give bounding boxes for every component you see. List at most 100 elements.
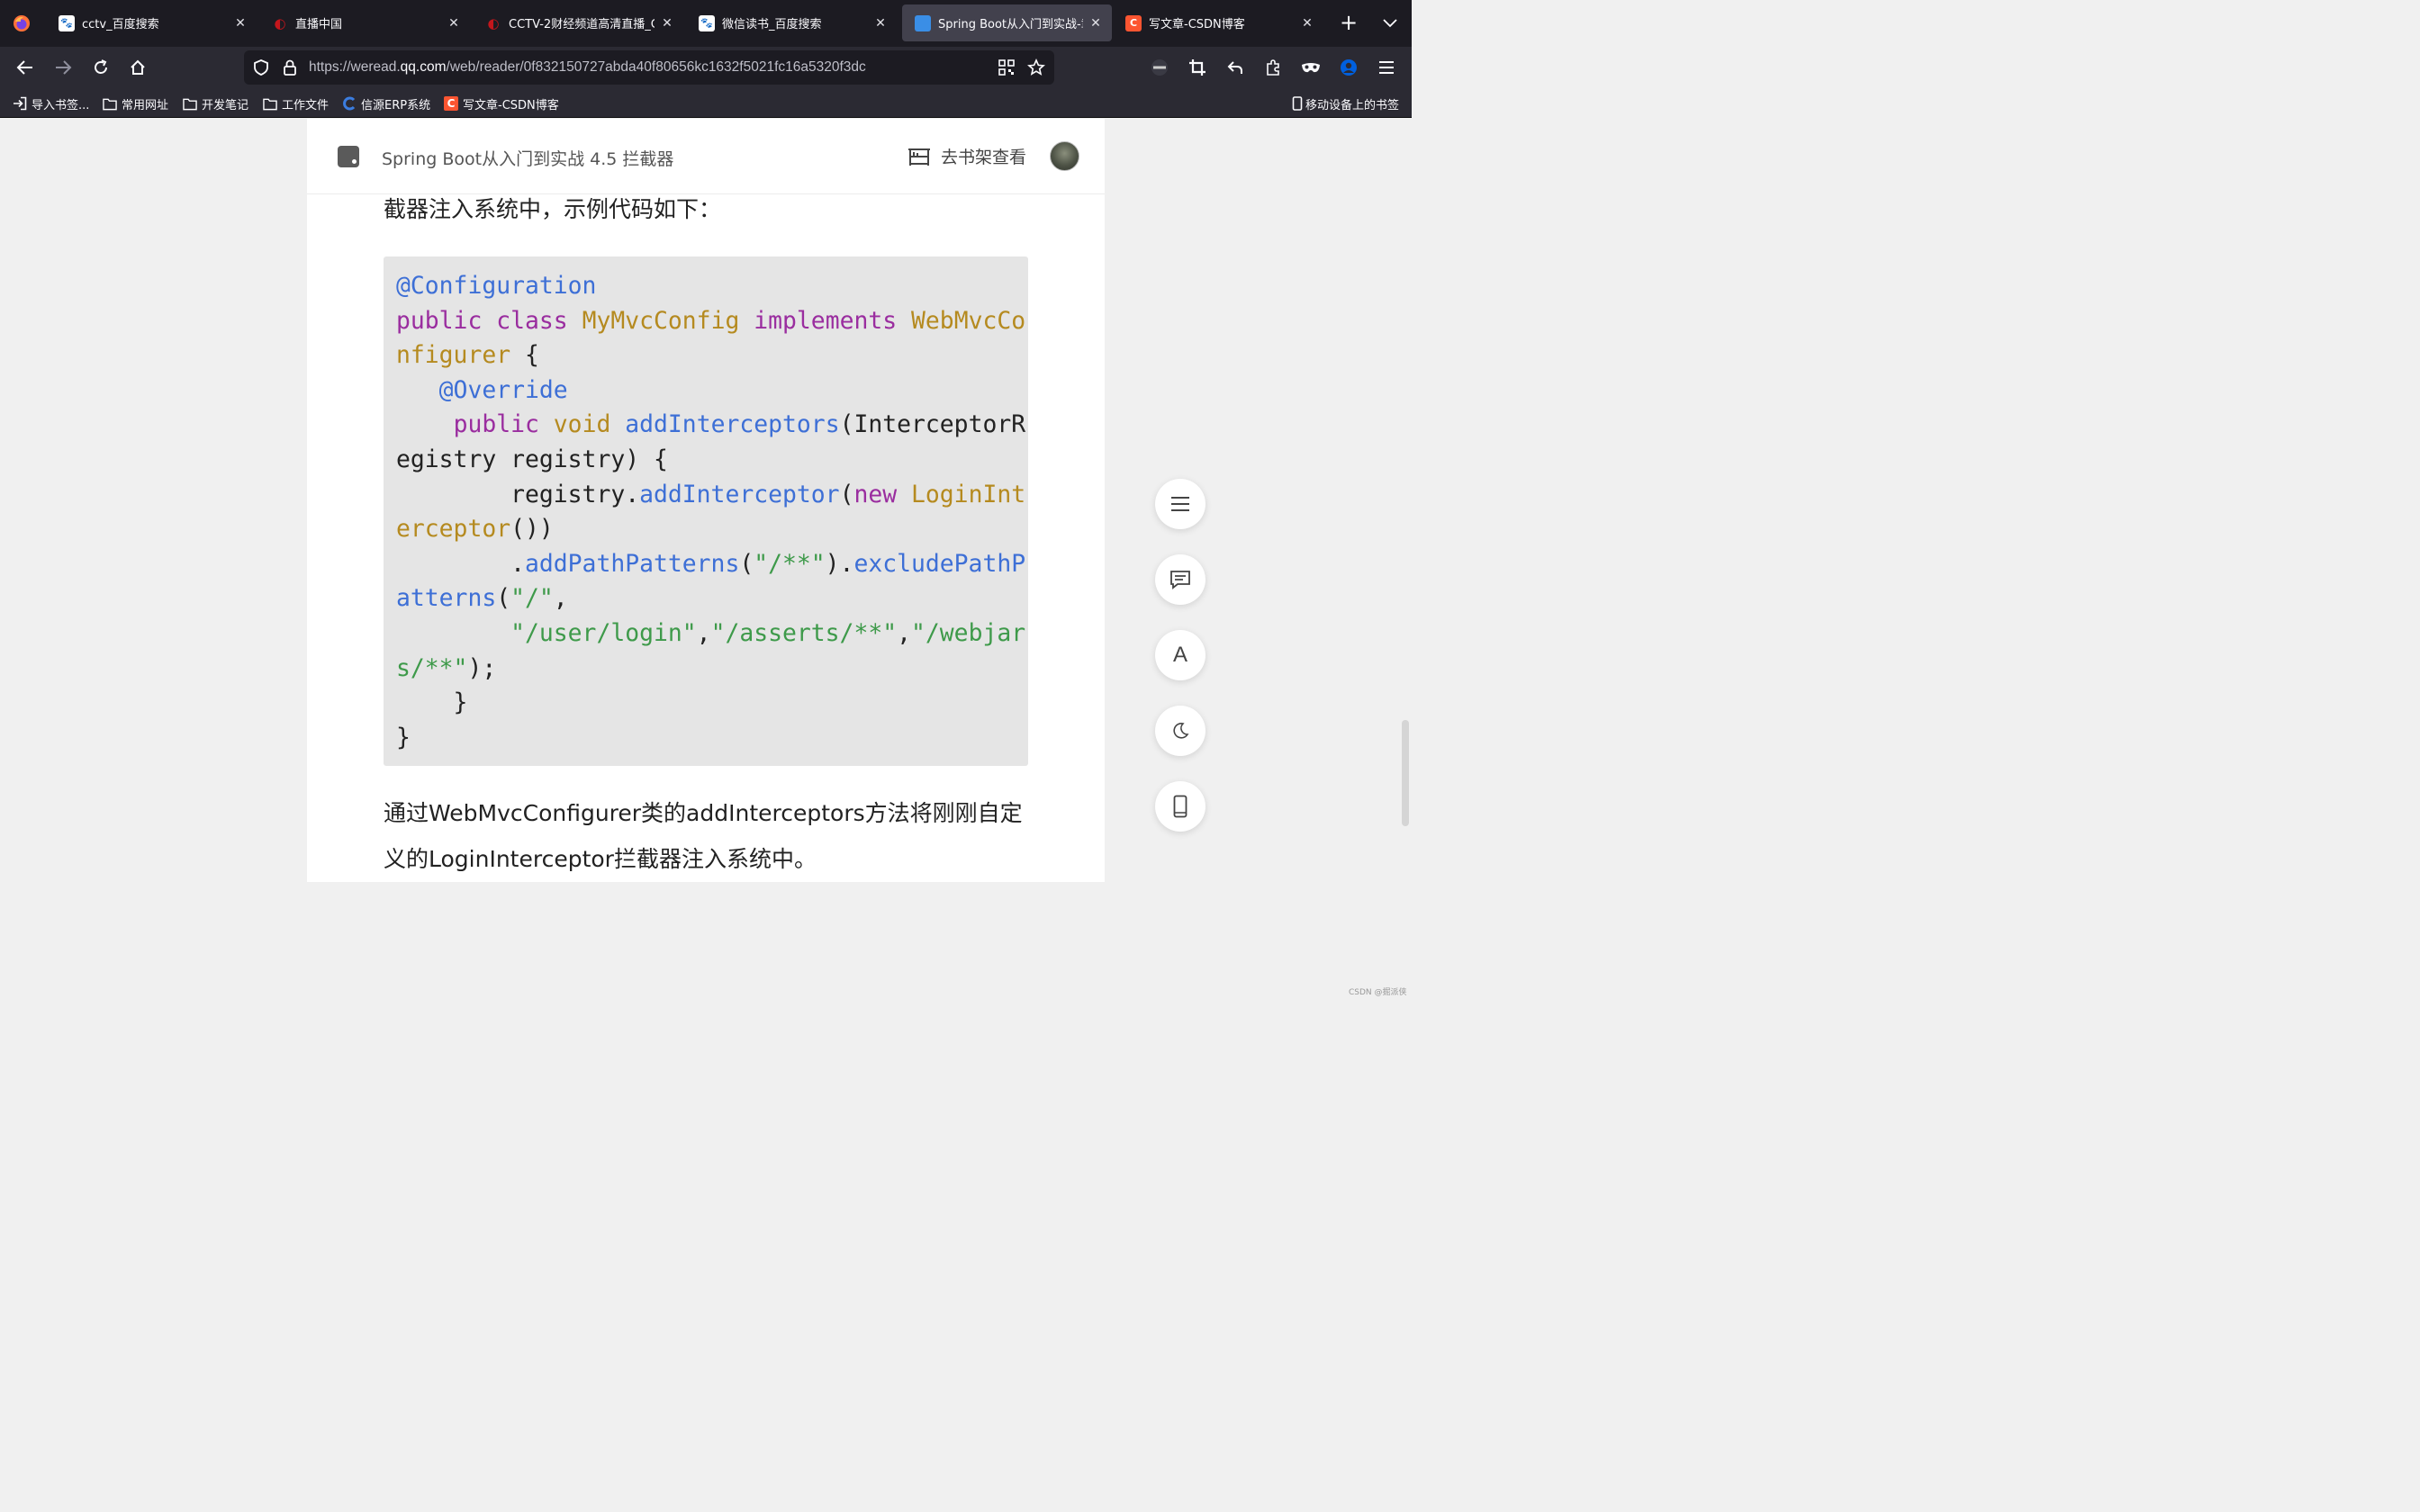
mobile-reading-button[interactable] [1155,781,1205,832]
tab-title: 微信读书_百度搜索 [722,18,822,32]
bookmark-label: 移动设备上的书签 [1305,98,1400,112]
code-line: egistry registry) { [396,443,1025,478]
code-line: @Configuration [396,269,1025,304]
bookmark-label: 开发笔记 [202,98,249,112]
code-token: nfigurer [396,341,511,370]
code-text: @Configuration public class MyMvcConfig i… [396,269,1025,755]
code-line: erceptor()) [396,512,1025,547]
code-block: @Configuration public class MyMvcConfig i… [384,256,1028,766]
close-icon[interactable]: ✕ [873,16,888,31]
bookmark-folder-workfiles[interactable]: 工作文件 [263,94,329,113]
new-tab-button[interactable]: + [1336,11,1361,36]
account-button[interactable] [1335,54,1362,81]
code-token: } [396,688,468,717]
bookmark-folder-devnotes[interactable]: 开发笔记 [183,94,248,113]
go-to-shelf-button[interactable]: 去书架查看 [907,144,1026,168]
comment-icon [1170,571,1190,590]
code-token: excludePathP [853,549,1026,578]
page-scrollbar[interactable] [1402,720,1409,826]
screenshot-button[interactable] [1184,54,1211,81]
bookmark-csdn[interactable]: C 写文章-CSDN博客 [444,94,559,113]
extension-avatar-icon [1151,59,1168,76]
mobile-bookmarks[interactable]: 移动设备上的书签 [1292,94,1399,113]
code-token: (InterceptorR [839,410,1026,439]
home-button[interactable] [124,54,151,81]
baidu-paw-icon: 🐾 [59,14,75,32]
back-button[interactable] [12,54,39,81]
url-domain: qq.com [400,59,447,75]
url-text[interactable]: https://weread.qq.com/web/reader/0f83215… [309,59,866,76]
close-icon[interactable]: ✕ [1300,16,1314,31]
reload-button[interactable] [87,54,114,81]
bookmark-label: 写文章-CSDN博客 [463,98,559,112]
code-token: registry. [396,480,640,508]
tab-title: cctv_百度搜索 [82,18,159,32]
url-prefix: https://weread. [309,59,401,75]
font-size-icon: A [1172,643,1187,667]
tab-title: CCTV-2财经频道高清直播_C [509,18,655,32]
font-settings-button[interactable]: A [1155,630,1205,680]
extensions-button[interactable] [1260,54,1287,81]
cctv-logo-icon: ◐ [487,14,500,32]
close-icon[interactable]: ✕ [233,16,248,31]
app-menu-button[interactable] [1373,54,1400,81]
code-token: public [453,410,539,439]
code-line: } [396,721,1025,756]
code-line: .addPathPatterns("/**").excludePathP [396,547,1025,582]
close-icon[interactable]: ✕ [660,16,674,31]
code-token: } [396,723,411,752]
code-token: , [696,618,711,647]
tab-zhibo-china[interactable]: ◐ 直播中国 ✕ [259,4,470,41]
mask-icon [1302,63,1320,73]
close-icon[interactable]: ✕ [447,16,461,31]
tab-weread-baidu[interactable]: 🐾 微信读书_百度搜索 ✕ [686,4,897,41]
code-line: s/**"); [396,652,1025,687]
code-token: LoginInt [911,480,1026,508]
code-token: "/" [510,584,554,613]
code-line: } [396,686,1025,721]
code-token: addInterceptors [625,410,840,439]
url-bar[interactable]: https://weread.qq.com/web/reader/0f83215… [244,50,1054,85]
tab-title: Spring Boot从入门到实战-章 [938,18,1083,32]
code-token: WebMvcCo [911,306,1026,335]
qr-code-icon[interactable] [998,59,1015,76]
firefox-logo-icon [14,15,30,32]
tab-spring-boot[interactable]: Spring Boot从入门到实战-章 ✕ [902,4,1112,41]
code-line: public class MyMvcConfig implements WebM… [396,304,1025,339]
bookmark-erp[interactable]: 信源ERP系统 [342,94,430,113]
bookshelf-icon [908,148,930,166]
undo-button[interactable] [1222,54,1249,81]
code-token: addPathPatterns [525,549,740,578]
notes-button[interactable] [1155,554,1205,605]
firefox-menu-button[interactable] [0,0,43,47]
import-icon [13,96,27,111]
bookmark-star-icon[interactable] [1027,58,1045,76]
private-browsing-button[interactable] [1297,54,1324,81]
code-token: egistry registry) { [396,445,668,473]
bookmark-folder-common[interactable]: 常用网址 [103,94,168,113]
undo-arrow-icon [1227,61,1242,74]
tab-cctv-baidu[interactable]: 🐾 cctv_百度搜索 ✕ [46,4,257,41]
reader-page: Spring Boot从入门到实战 4.5 拦截器 去书架查看 截器注入系统中，… [307,119,1105,882]
list-all-tabs-button[interactable] [1377,11,1403,36]
extension-button[interactable] [1146,54,1173,81]
table-of-contents-button[interactable] [1155,479,1205,529]
code-token: "/**" [754,549,826,578]
tab-csdn[interactable]: C 写文章-CSDN博客 ✕ [1113,4,1323,41]
tab-cctv2[interactable]: ◐ CCTV-2财经频道高清直播_C ✕ [473,4,683,41]
code-token: "/webjar [911,618,1026,647]
user-avatar[interactable] [1050,141,1079,171]
code-token: @Configuration [396,272,597,300]
reload-icon [95,59,107,74]
bookmark-import[interactable]: 导入书签... [13,94,89,113]
code-token: @Override [438,375,568,404]
forward-button[interactable] [50,54,77,81]
book-catalog-icon[interactable] [338,146,359,167]
dark-mode-button[interactable] [1155,706,1205,756]
tab-title: 直播中国 [295,18,343,32]
close-icon[interactable]: ✕ [1088,16,1103,31]
